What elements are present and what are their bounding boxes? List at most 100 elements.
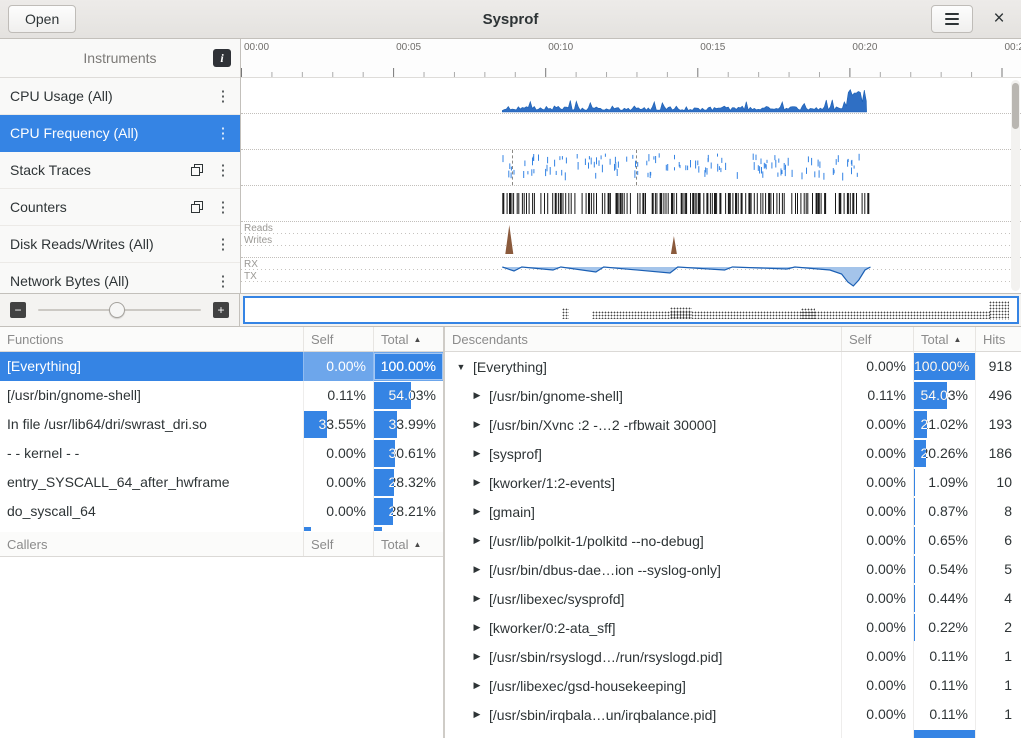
close-button[interactable]: ×	[985, 5, 1013, 33]
zoom-slider-handle[interactable]	[109, 302, 125, 318]
kebab-menu-icon[interactable]: ⋮	[212, 124, 234, 142]
expander-collapsed-icon[interactable]: ▶	[471, 448, 483, 459]
profile-area: Instruments i CPU Usage (All)⋮CPU Freque…	[0, 39, 1021, 294]
hits-column-header[interactable]: Hits	[975, 327, 1021, 351]
descendant-row[interactable]: ▶[/usr/lib/polkit-1/polkitd --no-debug]0…	[445, 526, 1021, 555]
function-row[interactable]: [Everything]0.00%0.00%100.00%100.00%	[0, 352, 443, 381]
pct-value: 0.00%	[842, 584, 913, 613]
info-button[interactable]: i	[213, 49, 231, 67]
menu-button[interactable]	[931, 5, 973, 33]
descendant-row[interactable]: ▶[/usr/bin/gnome-shell]0.11%0.11%54.03%5…	[445, 381, 1021, 410]
pct-value-overlay: 54.03%	[914, 381, 947, 410]
copy-icon[interactable]	[190, 200, 204, 214]
instrument-row-network-bytes-all[interactable]: Network Bytes (All)⋮	[0, 263, 240, 294]
function-row[interactable]: In file /usr/lib64/dri/swrast_dri.so33.5…	[0, 410, 443, 439]
expander-collapsed-icon[interactable]: ▶	[471, 680, 483, 691]
time-ruler[interactable]: 00:0000:0500:1000:1500:2000:25	[241, 39, 1021, 78]
track-disk-reads-writes-all[interactable]: ReadsWrites	[241, 222, 1021, 258]
function-row[interactable]: entry_SYSCALL_64_after_hwframe0.00%0.00%…	[0, 468, 443, 497]
instrument-row-stack-traces[interactable]: Stack Traces⋮	[0, 152, 240, 189]
descendant-row[interactable]: ▶[/usr/sbin/irqbala…un/irqbalance.pid]0.…	[445, 700, 1021, 729]
hits-value: 5	[975, 555, 1021, 584]
zoom-in-button[interactable]: +	[213, 302, 229, 318]
kebab-menu-icon[interactable]: ⋮	[212, 161, 234, 179]
track-cpu-frequency-all[interactable]	[241, 114, 1021, 150]
kebab-menu-icon[interactable]: ⋮	[212, 272, 234, 290]
pct-value-overlay	[304, 526, 311, 532]
function-row[interactable]: do_syscall_640.00%0.00%28.21%28.21%	[0, 497, 443, 526]
descendants-table-body: ▼[Everything]0.00%0.00%100.00%100.00%918…	[445, 352, 1021, 738]
total-column-header[interactable]: Total ▲	[913, 327, 975, 351]
expander-collapsed-icon[interactable]: ▶	[471, 622, 483, 633]
expander-collapsed-icon[interactable]: ▶	[471, 593, 483, 604]
descendant-row-partial[interactable]	[445, 729, 1021, 738]
cpu-chart	[241, 78, 1021, 113]
timeline-vertical-scrollbar[interactable]	[1011, 80, 1020, 291]
function-row[interactable]: [/usr/bin/gnome-shell]0.11%0.11%54.03%54…	[0, 381, 443, 410]
timeline: 00:0000:0500:1000:1500:2000:25 ReadsWrit…	[241, 39, 1021, 293]
self-column-header[interactable]: Self	[303, 532, 373, 556]
expander-collapsed-icon[interactable]: ▶	[471, 506, 483, 517]
overview-dots	[670, 307, 692, 319]
descendant-row[interactable]: ▶[kworker/0:2-ata_sff]0.00%0.00%0.22%0.2…	[445, 613, 1021, 642]
total-column-header[interactable]: Total ▲	[373, 532, 443, 556]
self-column-header[interactable]: Self	[303, 327, 373, 351]
function-name: do_syscall_64	[0, 497, 303, 526]
window-title: Sysprof	[0, 11, 1021, 28]
expander-expanded-icon[interactable]: ▼	[455, 362, 467, 372]
scrollbar-thumb[interactable]	[1012, 83, 1019, 129]
copy-icon[interactable]	[190, 163, 204, 177]
self-column-header[interactable]: Self	[841, 327, 913, 351]
instrument-row-disk-reads-writes-all[interactable]: Disk Reads/Writes (All)⋮	[0, 226, 240, 263]
descendant-row[interactable]: ▶[gmain]0.00%0.00%0.87%0.87%8	[445, 497, 1021, 526]
descendant-row[interactable]: ▶[/usr/bin/Xvnc :2 -…2 -rfbwait 30000]0.…	[445, 410, 1021, 439]
descendants-column-header[interactable]: Descendants	[445, 327, 841, 351]
descendant-row[interactable]: ▶[/usr/libexec/sysprofd]0.00%0.00%0.44%0…	[445, 584, 1021, 613]
descendant-row[interactable]: ▶[sysprof]0.00%0.00%20.26%20.26%186	[445, 439, 1021, 468]
zoom-out-button[interactable]: −	[10, 302, 26, 318]
total-cell: 0.44%0.44%	[913, 584, 975, 613]
descendant-row[interactable]: ▶[/usr/sbin/rsyslogd…/run/rsyslogd.pid]0…	[445, 642, 1021, 671]
descendant-row[interactable]: ▶[kworker/1:2-events]0.00%0.00%1.09%1.09…	[445, 468, 1021, 497]
descendant-row[interactable]: ▶[/usr/libexec/gsd-housekeeping]0.00%0.0…	[445, 671, 1021, 700]
expander-collapsed-icon[interactable]: ▶	[471, 477, 483, 488]
timeline-overview-scrollbar[interactable]	[243, 296, 1019, 324]
total-column-header[interactable]: Total ▲	[373, 327, 443, 351]
hits-value: 1	[975, 642, 1021, 671]
expander-collapsed-icon[interactable]: ▶	[471, 390, 483, 401]
track-stack-traces[interactable]	[241, 150, 1021, 186]
callers-column-header[interactable]: Callers	[0, 532, 303, 556]
expander-collapsed-icon[interactable]: ▶	[471, 419, 483, 430]
descendant-name-cell: ▶[kworker/1:2-events]	[445, 468, 841, 497]
descendant-name: [/usr/lib/polkit-1/polkitd --no-debug]	[489, 533, 704, 549]
expander-collapsed-icon[interactable]: ▶	[471, 564, 483, 575]
expander-collapsed-icon[interactable]: ▶	[471, 651, 483, 662]
self-cell: 0.11%0.11%	[303, 381, 373, 410]
track-cpu-usage-all[interactable]	[241, 78, 1021, 114]
expander-collapsed-icon[interactable]: ▶	[471, 535, 483, 546]
function-row[interactable]: - - kernel - -0.00%0.00%30.61%30.61%	[0, 439, 443, 468]
expander-collapsed-icon[interactable]: ▶	[471, 709, 483, 720]
kebab-menu-icon[interactable]: ⋮	[212, 235, 234, 253]
instrument-row-cpu-frequency-all[interactable]: CPU Frequency (All)⋮	[0, 115, 240, 152]
total-cell: 21.02%21.02%	[913, 410, 975, 439]
functions-column-header[interactable]: Functions	[0, 327, 303, 351]
descendant-name-cell: ▶[sysprof]	[445, 439, 841, 468]
kebab-menu-icon[interactable]: ⋮	[212, 198, 234, 216]
callers-empty-area	[0, 557, 443, 738]
pct-value-overlay	[374, 526, 382, 532]
track-network-bytes-all[interactable]: RXTX	[241, 258, 1021, 293]
total-cell: 20.26%20.26%	[913, 439, 975, 468]
zoom-slider[interactable]	[36, 302, 203, 318]
descendant-row[interactable]: ▼[Everything]0.00%0.00%100.00%100.00%918	[445, 352, 1021, 381]
kebab-menu-icon[interactable]: ⋮	[212, 87, 234, 105]
hits-value: 4	[975, 584, 1021, 613]
track-counters[interactable]	[241, 186, 1021, 222]
pct-value: 0.00%	[304, 468, 373, 497]
instrument-row-cpu-usage-all[interactable]: CPU Usage (All)⋮	[0, 78, 240, 115]
chart-axis-label: RX	[244, 259, 258, 270]
open-button[interactable]: Open	[8, 5, 76, 33]
instrument-row-counters[interactable]: Counters⋮	[0, 189, 240, 226]
descendant-row[interactable]: ▶[/usr/bin/dbus-dae…ion --syslog-only]0.…	[445, 555, 1021, 584]
overview-dots	[989, 301, 1009, 320]
